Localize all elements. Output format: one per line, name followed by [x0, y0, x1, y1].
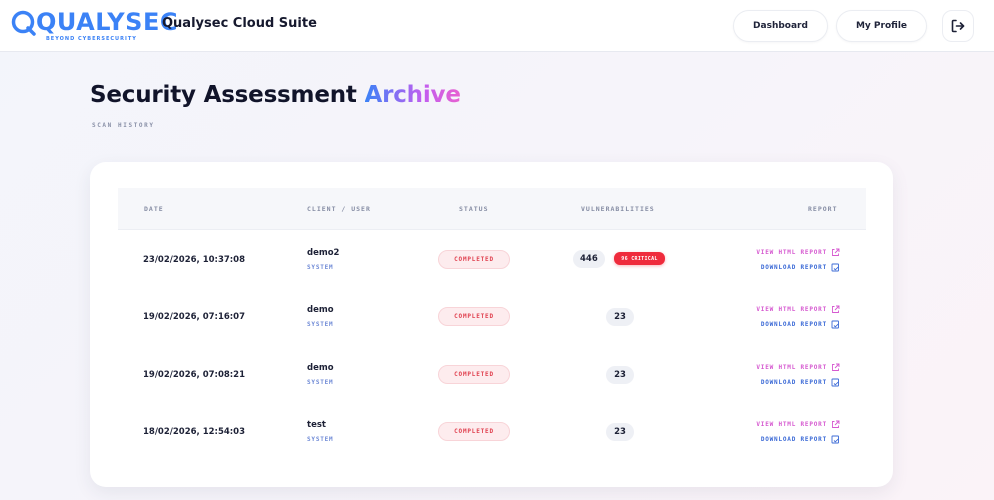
- status-badge: COMPLETED: [438, 422, 510, 441]
- download-report-label: DOWNLOAD REPORT: [760, 263, 827, 271]
- external-link-icon: [832, 363, 840, 371]
- top-navbar: QUALYSEC BEYOND CYBERSECURITY Qualysec C…: [0, 0, 994, 52]
- dashboard-button[interactable]: Dashboard: [733, 10, 828, 42]
- column-header-report: REPORT: [808, 205, 838, 213]
- column-header-date: DATE: [144, 205, 164, 213]
- download-icon: [831, 378, 839, 386]
- view-html-report-link[interactable]: VIEW HTML REPORT: [756, 419, 840, 429]
- logout-button[interactable]: [942, 10, 974, 42]
- table-row: 19/02/2026, 07:16:07 demo SYSTEM COMPLET…: [118, 287, 866, 344]
- vulnerability-count: 23: [606, 423, 634, 441]
- row-date: 19/02/2026, 07:08:21: [143, 370, 245, 380]
- column-header-vulnerabilities: VULNERABILITIES: [581, 205, 655, 213]
- download-report-label: DOWNLOAD REPORT: [760, 320, 827, 328]
- status-badge: COMPLETED: [438, 365, 510, 384]
- download-report-link[interactable]: DOWNLOAD REPORT: [761, 319, 840, 329]
- table-row: 23/02/2026, 10:37:08 demo2 SYSTEM COMPLE…: [118, 230, 866, 287]
- logout-icon: [951, 19, 965, 33]
- external-link-icon: [832, 305, 840, 313]
- row-role: SYSTEM: [307, 436, 334, 443]
- view-html-report-label: VIEW HTML REPORT: [756, 305, 827, 313]
- table-row: 19/02/2026, 07:08:21 demo SYSTEM COMPLET…: [118, 345, 866, 402]
- view-html-report-label: VIEW HTML REPORT: [756, 420, 827, 428]
- status-badge: COMPLETED: [438, 307, 510, 326]
- row-date: 19/02/2026, 07:16:07: [143, 312, 245, 322]
- page-title: Security Assessment Archive: [90, 82, 461, 108]
- view-html-report-label: VIEW HTML REPORT: [756, 363, 827, 371]
- table-header: DATE CLIENT / USER STATUS VULNERABILITIE…: [118, 188, 866, 230]
- logo-tagline: BEYOND CYBERSECURITY: [46, 36, 137, 42]
- download-report-link[interactable]: DOWNLOAD REPORT: [761, 262, 840, 272]
- row-role: SYSTEM: [307, 379, 334, 386]
- row-user: demo: [307, 305, 334, 315]
- download-report-label: DOWNLOAD REPORT: [760, 378, 827, 386]
- vulnerability-count: 23: [606, 366, 634, 384]
- vulnerability-count: 446: [573, 250, 605, 268]
- download-icon: [831, 263, 839, 271]
- app-title: Qualysec Cloud Suite: [162, 16, 317, 31]
- row-user: demo2: [307, 248, 340, 258]
- table-row: 18/02/2026, 12:54:03 test SYSTEM COMPLET…: [118, 402, 866, 459]
- download-report-label: DOWNLOAD REPORT: [760, 435, 827, 443]
- external-link-icon: [832, 248, 840, 256]
- view-html-report-link[interactable]: VIEW HTML REPORT: [756, 362, 840, 372]
- page-title-accent: Archive: [364, 82, 461, 108]
- row-user: test: [307, 420, 326, 430]
- row-date: 18/02/2026, 12:54:03: [143, 427, 245, 437]
- view-html-report-link[interactable]: VIEW HTML REPORT: [756, 304, 840, 314]
- row-role: SYSTEM: [307, 264, 334, 271]
- download-icon: [831, 320, 839, 328]
- external-link-icon: [832, 420, 840, 428]
- column-header-client: CLIENT / USER: [307, 205, 371, 213]
- logo-wordmark: QUALYSEC: [36, 8, 178, 36]
- view-html-report-link[interactable]: VIEW HTML REPORT: [756, 247, 840, 257]
- row-role: SYSTEM: [307, 321, 334, 328]
- my-profile-button[interactable]: My Profile: [836, 10, 927, 42]
- critical-badge: 96 CRITICAL: [614, 252, 665, 265]
- view-html-report-label: VIEW HTML REPORT: [756, 248, 827, 256]
- status-badge: COMPLETED: [438, 250, 510, 269]
- download-icon: [831, 435, 839, 443]
- scan-history-card: DATE CLIENT / USER STATUS VULNERABILITIE…: [90, 162, 893, 487]
- vulnerability-count: 23: [606, 308, 634, 326]
- download-report-link[interactable]: DOWNLOAD REPORT: [761, 434, 840, 444]
- page-title-main: Security Assessment: [90, 82, 357, 108]
- page-subtitle: SCAN HISTORY: [92, 122, 155, 129]
- row-user: demo: [307, 363, 334, 373]
- row-date: 23/02/2026, 10:37:08: [143, 255, 245, 265]
- qualysec-logo[interactable]: QUALYSEC BEYOND CYBERSECURITY: [10, 8, 177, 44]
- download-report-link[interactable]: DOWNLOAD REPORT: [761, 377, 840, 387]
- column-header-status: STATUS: [459, 205, 489, 213]
